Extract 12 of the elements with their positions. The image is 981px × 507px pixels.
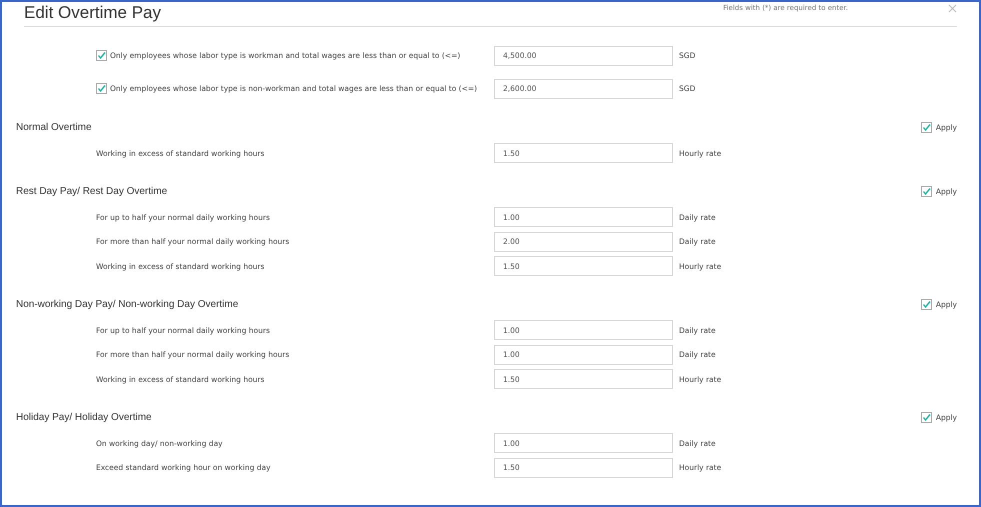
section-title: Non-working Day Pay/ Non-working Day Overtime [16,298,238,310]
section-title: Holiday Pay/ Holiday Overtime [16,412,152,422]
checkbox[interactable] [920,412,932,422]
dialog-title: Edit Overtime Pay [24,3,161,23]
checkbox[interactable] [96,83,107,94]
section-title: Normal Overtime [16,122,92,132]
checkbox[interactable] [920,298,932,310]
checkbox[interactable] [96,50,107,61]
close-icon[interactable] [948,4,957,13]
checkbox[interactable] [920,122,932,132]
checkbox[interactable] [920,186,932,196]
section-title: Rest Day Pay/ Rest Day Overtime [16,186,168,196]
